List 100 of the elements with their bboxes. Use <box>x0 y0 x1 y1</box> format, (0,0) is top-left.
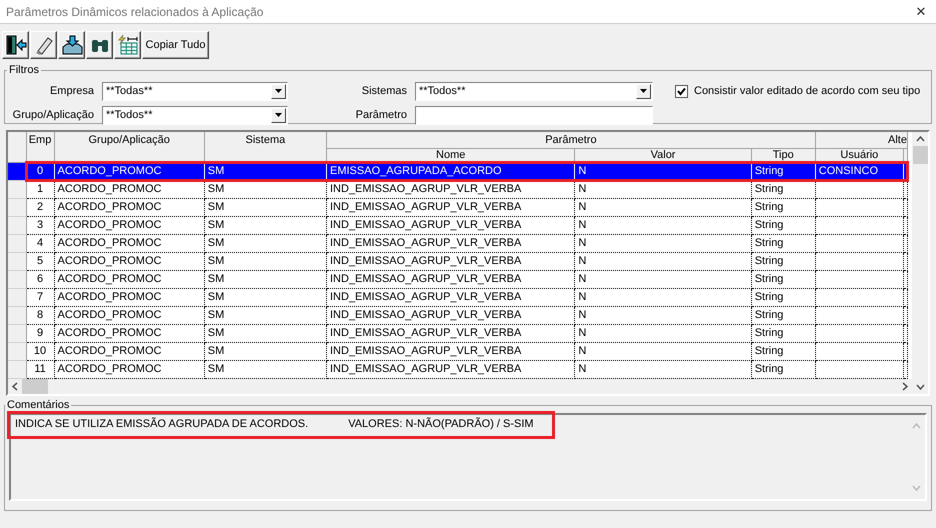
parametro-field[interactable] <box>415 106 653 124</box>
system-cell: SM <box>208 255 224 267</box>
comment-text: VALORES: N-NÃO(PADRÃO) / S-SIM <box>348 418 534 432</box>
name-cell: IND_EMISSAO_AGRUP_VLR_VERBA <box>330 255 522 267</box>
table-row[interactable]: 5 ACORDO_PROMOC SM IND_EMISSAO_AGRUP_VLR_VERBA N String <box>8 252 908 270</box>
column-header: Emp <box>26 132 54 162</box>
emp-cell: 3 <box>36 219 44 231</box>
comments-textarea[interactable]: INDICA SE UTILIZA EMISSÃO AGRUPADA DE ACORDOS. VALORES: N-NÃO(PADRÃO) / S-SIM <box>9 413 927 501</box>
table-row[interactable]: 3 ACORDO_PROMOC SM IND_EMISSAO_AGRUP_VLR_VERBA N String <box>8 216 908 234</box>
scrollbar-thumb[interactable] <box>22 379 48 394</box>
empresa-dropdown[interactable]: **Todas** <box>102 82 288 100</box>
table-lightning-icon <box>116 34 138 56</box>
dropdown-arrow-icon <box>275 89 282 93</box>
door-exit-icon <box>4 34 26 56</box>
group-header: Alte <box>815 132 908 148</box>
grid-button[interactable] <box>114 31 141 59</box>
emp-cell: 5 <box>36 255 44 267</box>
copy-all-button[interactable]: Copiar Tudo <box>142 31 209 59</box>
value-cell: N <box>578 309 586 321</box>
type-cell: String <box>754 309 784 321</box>
system-cell: SM <box>208 183 224 195</box>
tray-download-icon <box>60 34 82 56</box>
value-cell: N <box>578 363 586 375</box>
filters-legend: Filtros <box>7 64 41 76</box>
type-cell: String <box>754 291 784 303</box>
parametro-label: Parâmetro <box>354 109 408 121</box>
group-header: Parâmetro <box>326 132 816 148</box>
group-cell: ACORDO_PROMOC <box>58 345 162 357</box>
value-cell: N <box>578 255 586 267</box>
table-row[interactable]: 2 ACORDO_PROMOC SM IND_EMISSAO_AGRUP_VLR_VERBA N String <box>8 198 908 216</box>
name-cell: IND_EMISSAO_AGRUP_VLR_VERBA <box>330 201 522 213</box>
type-cell: String <box>754 219 784 231</box>
scroll-up-icon <box>912 423 921 429</box>
name-cell: IND_EMISSAO_AGRUP_VLR_VERBA <box>330 291 522 303</box>
consistir-checkbox[interactable] <box>675 84 688 98</box>
system-cell: SM <box>208 291 224 303</box>
search-button[interactable] <box>86 31 113 59</box>
table-row[interactable]: 4 ACORDO_PROMOC SM IND_EMISSAO_AGRUP_VLR_VERBA N String <box>8 234 908 252</box>
table-row[interactable]: 1 ACORDO_PROMOC SM IND_EMISSAO_AGRUP_VLR_VERBA N String <box>8 180 908 198</box>
value-cell: N <box>578 345 586 357</box>
system-cell: SM <box>208 327 224 339</box>
group-cell: ACORDO_PROMOC <box>58 309 162 321</box>
type-cell: String <box>754 327 784 339</box>
table-row[interactable]: 7 ACORDO_PROMOC SM IND_EMISSAO_AGRUP_VLR_VERBA N String <box>8 288 908 306</box>
name-cell: IND_EMISSAO_AGRUP_VLR_VERBA <box>330 183 522 195</box>
column-header: Sistema <box>204 132 326 162</box>
emp-cell: 0 <box>36 165 44 177</box>
scroll-down-icon <box>916 384 924 390</box>
name-cell: IND_EMISSAO_AGRUP_VLR_VERBA <box>330 219 522 231</box>
type-cell: String <box>754 165 784 177</box>
sistemas-dropdown[interactable]: **Todos** <box>415 82 653 100</box>
group-cell: ACORDO_PROMOC <box>58 165 162 177</box>
exit-button[interactable] <box>2 31 29 59</box>
value-cell: N <box>578 219 586 231</box>
system-cell: SM <box>208 273 224 285</box>
table-row[interactable]: 8 ACORDO_PROMOC SM IND_EMISSAO_AGRUP_VLR_VERBA N String <box>8 306 908 324</box>
scroll-left-icon <box>12 382 18 391</box>
type-cell: String <box>754 183 784 195</box>
type-cell: String <box>754 273 784 285</box>
emp-cell: 1 <box>36 183 44 195</box>
type-cell: String <box>754 237 784 249</box>
name-cell: IND_EMISSAO_AGRUP_VLR_VERBA <box>330 309 522 321</box>
system-cell: SM <box>208 219 224 231</box>
column-header: Grupo/Aplicação <box>54 132 204 162</box>
value-cell: N <box>578 291 586 303</box>
emp-cell: 10 <box>34 345 46 357</box>
emp-cell: 2 <box>36 201 44 213</box>
emp-cell: 4 <box>36 237 44 249</box>
scrollbar-thumb[interactable] <box>912 146 928 164</box>
table-row[interactable]: 10 ACORDO_PROMOC SM IND_EMISSAO_AGRUP_VLR_VERBA N String <box>8 342 908 360</box>
value-cell: N <box>578 237 586 249</box>
group-cell: ACORDO_PROMOC <box>58 273 162 285</box>
grupo-dropdown[interactable]: **Todos** <box>102 106 288 124</box>
group-cell: ACORDO_PROMOC <box>58 201 162 213</box>
grupo-label: Grupo/Aplicação <box>12 109 95 121</box>
dropdown-arrow-icon <box>275 113 282 117</box>
sistemas-label: Sistemas <box>360 85 408 97</box>
window-title: Parâmetros Dinâmicos relacionados à Aplicação <box>6 4 264 18</box>
value-cell: N <box>578 273 586 285</box>
group-cell: ACORDO_PROMOC <box>58 237 162 249</box>
system-cell: SM <box>208 345 224 357</box>
table-row[interactable]: 6 ACORDO_PROMOC SM IND_EMISSAO_AGRUP_VLR_VERBA N String <box>8 270 908 288</box>
emp-cell: 9 <box>36 327 44 339</box>
comments-legend: Comentários <box>5 399 72 411</box>
system-cell: SM <box>208 165 224 177</box>
scroll-down-icon <box>912 485 921 491</box>
table-row[interactable]: 0 ACORDO_PROMOC SM EMISSAO_AGRUPADA_ACORDO N String CONSINCO <box>8 162 908 180</box>
dropdown-arrow-icon <box>640 89 647 93</box>
name-cell: EMISSAO_AGRUPADA_ACORDO <box>330 165 502 177</box>
scroll-up-icon <box>916 136 924 142</box>
download-button[interactable] <box>58 31 85 59</box>
close-button[interactable]: ✕ <box>906 4 936 19</box>
eraser-button[interactable] <box>30 31 57 59</box>
group-cell: ACORDO_PROMOC <box>58 327 162 339</box>
table-row[interactable]: 9 ACORDO_PROMOC SM IND_EMISSAO_AGRUP_VLR_VERBA N String <box>8 324 908 342</box>
emp-cell: 11 <box>34 363 46 375</box>
emp-cell: 6 <box>36 273 44 285</box>
group-cell: ACORDO_PROMOC <box>58 183 162 195</box>
value-cell: N <box>578 165 586 177</box>
emp-cell: 8 <box>36 309 44 321</box>
